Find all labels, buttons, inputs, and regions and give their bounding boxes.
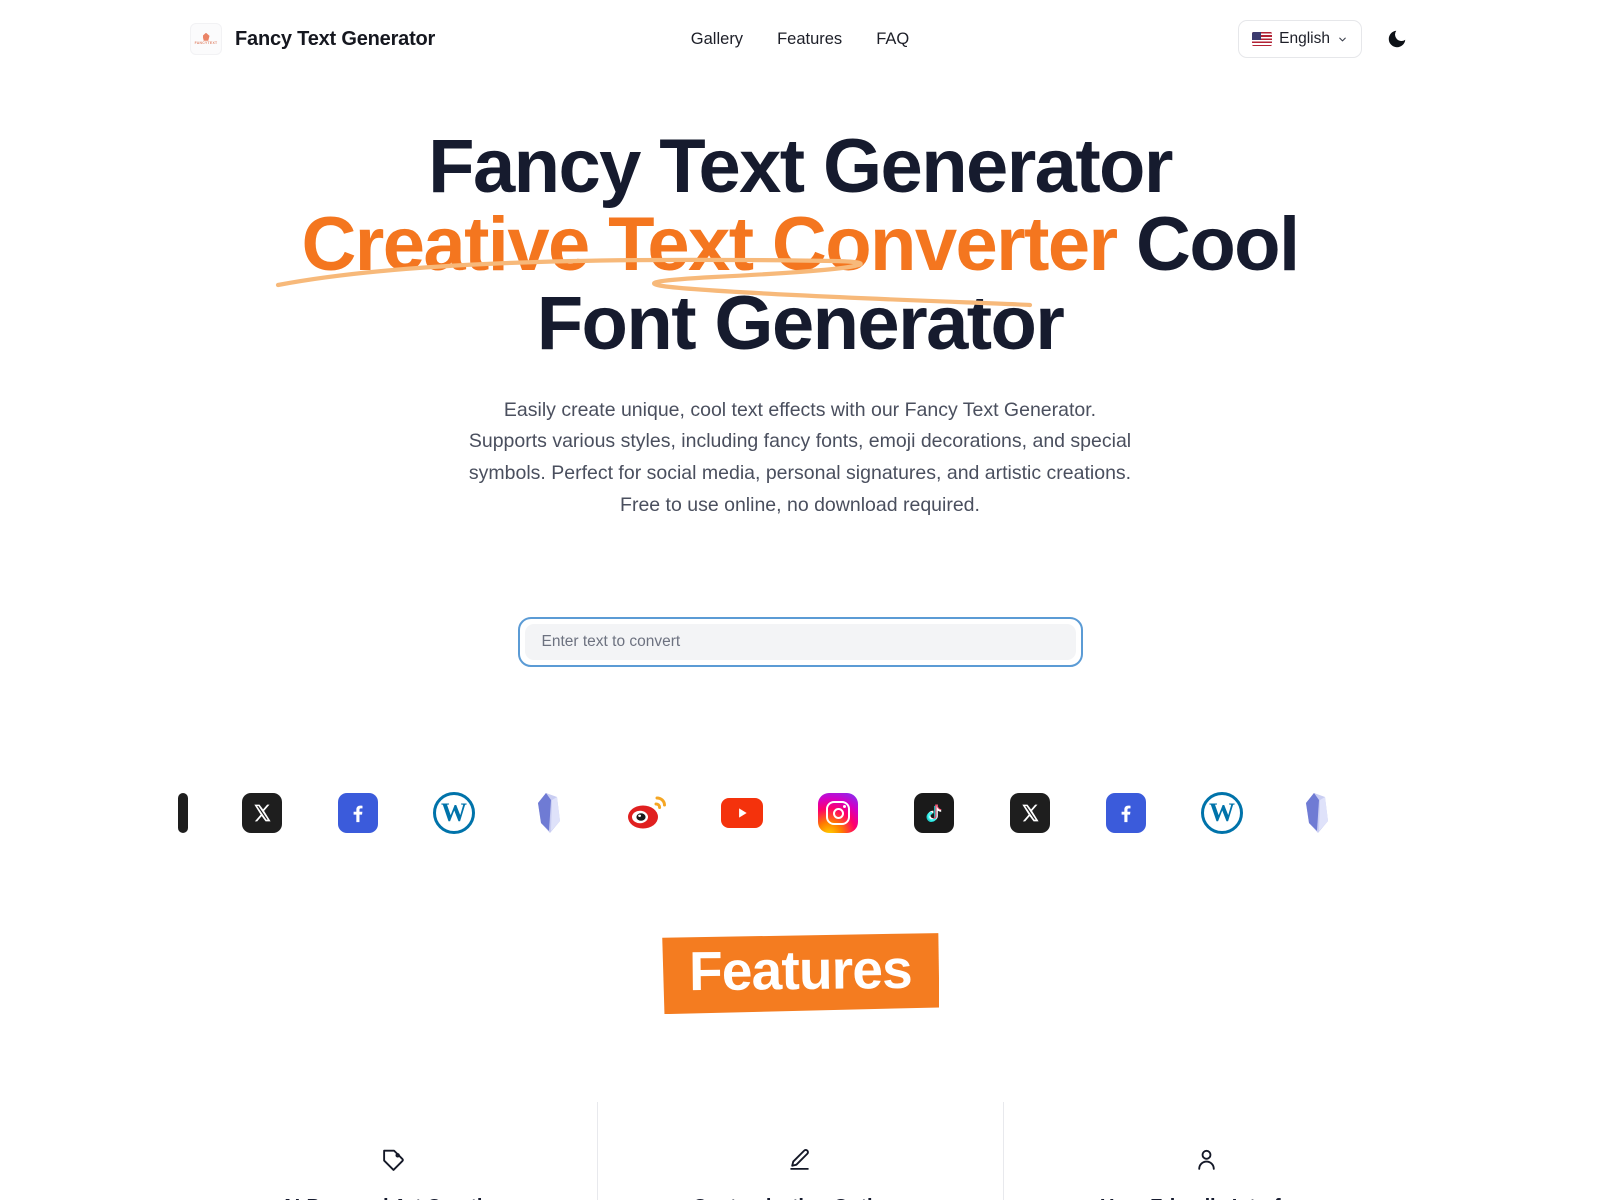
- brand[interactable]: FANCYTEXT Fancy Text Generator: [190, 23, 435, 55]
- theme-toggle-button[interactable]: [1384, 26, 1410, 52]
- page-title: Fancy Text Generator Creative Text Conve…: [275, 127, 1300, 363]
- user-icon: [1037, 1144, 1376, 1174]
- language-label: English: [1279, 30, 1330, 47]
- moon-icon: [1388, 30, 1406, 48]
- wordpress-w-glyph-icon: W: [433, 792, 475, 835]
- feature-card-title: AI-Powered Art Creation: [224, 1196, 563, 1200]
- facebook-f-glyph-icon: [1121, 805, 1131, 823]
- us-flag-icon: [1252, 32, 1273, 46]
- hero-title-accent: Creative Text Converter: [301, 202, 1119, 288]
- nav-item-faq[interactable]: FAQ: [876, 30, 909, 49]
- x-glyph-icon: [254, 804, 271, 822]
- hero-title-accent-wrap: Creative Text Converter: [275, 206, 1118, 307]
- play-triangle-icon: [739, 808, 747, 818]
- crystal-icon[interactable]: [528, 791, 572, 835]
- nav-item-gallery[interactable]: Gallery: [691, 30, 743, 49]
- weibo-icon[interactable]: [624, 791, 668, 835]
- feature-card-customization-options: Customization Options Personalize your c…: [596, 1102, 1004, 1200]
- hero-subtitle: Easily create unique, cool text effects …: [468, 398, 1132, 516]
- nav-item-features[interactable]: Features: [777, 30, 842, 49]
- chevron-down-icon: [1339, 37, 1346, 41]
- crystal-gem-glyph-icon: [538, 793, 560, 834]
- pencil-icon: [631, 1144, 970, 1174]
- tiktok-note-glyph-icon: [926, 804, 942, 823]
- features-grid: AI-Powered Art Creation Generate high-qu…: [0, 1102, 1600, 1200]
- wordpress-icon[interactable]: W: [432, 791, 476, 835]
- feature-card-title: User-Friendly Interface: [1037, 1196, 1376, 1200]
- main-nav: Gallery Features FAQ: [691, 30, 909, 49]
- x-twitter-icon[interactable]: [240, 791, 284, 835]
- fancy-text-logo-icon: FANCYTEXT: [190, 23, 222, 55]
- clipped-icon[interactable]: [178, 791, 188, 835]
- instagram-camera-glyph-icon: [826, 801, 850, 826]
- wordpress-icon[interactable]: W: [1200, 791, 1244, 835]
- crystal-icon[interactable]: [1296, 791, 1340, 835]
- x-twitter-icon[interactable]: [1008, 791, 1052, 835]
- marquee-track[interactable]: W W: [178, 773, 1410, 853]
- features-heading-badge: Features: [661, 931, 940, 1015]
- instagram-icon[interactable]: [816, 791, 860, 835]
- site-header: FANCYTEXT Fancy Text Generator Gallery F…: [0, 0, 1600, 78]
- facebook-icon[interactable]: [1104, 791, 1148, 835]
- crystal-gem-glyph-icon: [1306, 793, 1328, 834]
- search-input[interactable]: [524, 624, 1076, 661]
- brand-title: Fancy Text Generator: [235, 27, 436, 50]
- tag-icon: [224, 1144, 563, 1174]
- header-actions: English: [1238, 20, 1410, 58]
- weibo-glyph-icon: [628, 796, 666, 829]
- feature-card-title: Customization Options: [631, 1196, 970, 1200]
- facebook-f-glyph-icon: [353, 805, 363, 823]
- hero-title-line1: Fancy Text Generator: [428, 124, 1173, 209]
- logo-wordmark: FANCYTEXT: [194, 40, 218, 45]
- facebook-icon[interactable]: [336, 791, 380, 835]
- converter-input-shell[interactable]: [517, 617, 1083, 668]
- features-heading-text: Features: [688, 937, 912, 1003]
- tiktok-icon[interactable]: [912, 791, 956, 835]
- social-platform-marquee: W W: [0, 773, 1600, 853]
- feature-card-ai-powered-art-creation: AI-Powered Art Creation Generate high-qu…: [190, 1102, 597, 1200]
- youtube-icon[interactable]: [720, 791, 764, 835]
- x-glyph-icon: [1022, 804, 1039, 822]
- logo-mark-icon: [202, 32, 210, 41]
- language-selector[interactable]: English: [1238, 20, 1362, 58]
- features-heading-wrap: Features: [0, 931, 1600, 1015]
- feature-card-user-friendly-interface: User-Friendly Interface Easy-to-use anim…: [1003, 1102, 1410, 1200]
- wordpress-w-glyph-icon: W: [1201, 792, 1243, 835]
- converter-input-wrap: [517, 617, 1083, 668]
- hero-section: Fancy Text Generator Creative Text Conve…: [0, 78, 1600, 668]
